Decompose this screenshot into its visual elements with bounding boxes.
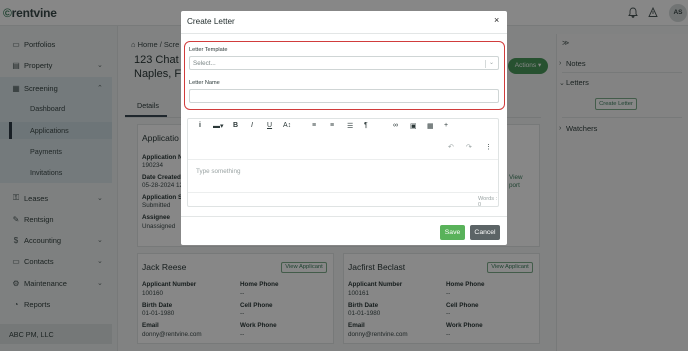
letter-name-input[interactable]: [189, 89, 499, 103]
redo-icon[interactable]: ↷: [466, 143, 472, 151]
modal-footer-divider: [181, 216, 507, 217]
image-icon[interactable]: ▣: [410, 122, 417, 130]
paragraph-style-icon[interactable]: ▬▾: [213, 122, 224, 130]
italic-icon[interactable]: I: [251, 122, 253, 129]
modal-header-divider: [181, 33, 507, 34]
insert-more-icon[interactable]: +: [444, 122, 448, 129]
modal-title: Create Letter: [187, 17, 235, 26]
select-placeholder: Select...: [193, 60, 216, 67]
align-center-icon[interactable]: ≡: [330, 122, 334, 129]
letter-name-label: Letter Name: [189, 80, 220, 86]
bold-icon[interactable]: B: [233, 122, 238, 129]
chevron-down-icon[interactable]: ⌄: [489, 59, 494, 66]
paragraph-icon[interactable]: ¶: [364, 122, 368, 129]
create-letter-modal: Create Letter × Letter Template Select..…: [181, 11, 507, 245]
align-left-icon[interactable]: ≡: [312, 122, 316, 129]
editor-footer-divider: [188, 192, 498, 193]
link-icon[interactable]: ∞: [393, 122, 398, 129]
word-count: Words : 0: [478, 196, 498, 208]
letter-template-label: Letter Template: [189, 47, 228, 53]
table-icon[interactable]: ▦: [427, 122, 434, 130]
rich-text-editor: i ▬▾ B I U A↕ ≡ ≡ ☰ ¶ ∞ ▣ ▦ + ↶ ↷ ⋮ Type…: [187, 118, 499, 208]
select-separator: [485, 60, 486, 68]
editor-toolbar-divider: [188, 159, 498, 160]
cancel-button[interactable]: Cancel: [470, 225, 500, 240]
info-icon[interactable]: i: [199, 122, 201, 129]
more-options-icon[interactable]: ⋮: [485, 143, 492, 151]
list-icon[interactable]: ☰: [347, 122, 353, 130]
underline-icon[interactable]: U: [267, 122, 272, 129]
close-icon[interactable]: ×: [494, 15, 499, 25]
font-size-icon[interactable]: A↕: [283, 122, 291, 129]
editor-content[interactable]: Type something: [196, 168, 240, 175]
letter-template-select[interactable]: Select... ⌄: [189, 56, 499, 70]
undo-icon[interactable]: ↶: [448, 143, 454, 151]
save-button[interactable]: Save: [440, 225, 465, 240]
